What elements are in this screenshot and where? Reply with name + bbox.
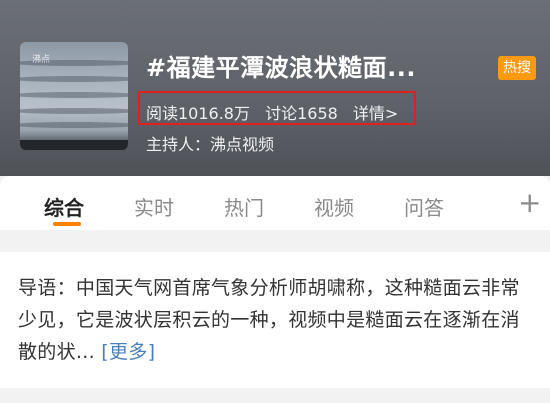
intro-card: 导语：中国天气网首席气象分析师胡啸称，这种糙面云非常少见，它是波状层积云的一种，… <box>0 252 550 388</box>
horizon <box>20 140 128 150</box>
intro-text: 导语：中国天气网首席气象分析师胡啸称，这种糙面云非常少见，它是波状层积云的一种，… <box>18 277 520 363</box>
active-tab-indicator <box>53 222 81 226</box>
topic-host[interactable]: 主持人：沸点视频 <box>146 131 274 155</box>
details-link[interactable]: 详情> <box>353 104 398 123</box>
topic-header: 沸点 #福建平潭波浪状糙面... 热搜 阅读1016.8万 讨论1658 详情>… <box>0 0 550 176</box>
cloud-stripe <box>20 108 128 114</box>
thumbnail-watermark: 沸点 <box>32 55 51 65</box>
topic-title: #福建平潭波浪状糙面... <box>146 54 416 82</box>
more-link[interactable]: [更多] <box>101 341 155 363</box>
discuss-count: 讨论1658 <box>265 104 338 123</box>
cloud-stripe <box>20 122 128 128</box>
hot-badge: 热搜 <box>498 56 536 80</box>
tab-video[interactable]: 视频 <box>314 192 354 221</box>
tab-qa[interactable]: 问答 <box>404 192 444 221</box>
cloud-stripe <box>20 92 128 98</box>
tab-bar: 综合 实时 热门 视频 问答 + <box>0 176 550 230</box>
add-tab-icon[interactable]: + <box>518 186 541 219</box>
topic-stats: 阅读1016.8万 讨论1658 详情> <box>146 100 408 124</box>
cloud-stripe <box>20 76 128 82</box>
tab-hot[interactable]: 热门 <box>224 192 264 221</box>
tab-all[interactable]: 综合 <box>44 192 84 221</box>
intro-text-block: 导语：中国天气网首席气象分析师胡啸称，这种糙面云非常少见，它是波状层积云的一种，… <box>18 272 538 368</box>
read-count: 阅读1016.8万 <box>146 104 250 123</box>
topic-thumbnail[interactable]: 沸点 <box>20 42 128 150</box>
tab-realtime[interactable]: 实时 <box>134 192 174 221</box>
